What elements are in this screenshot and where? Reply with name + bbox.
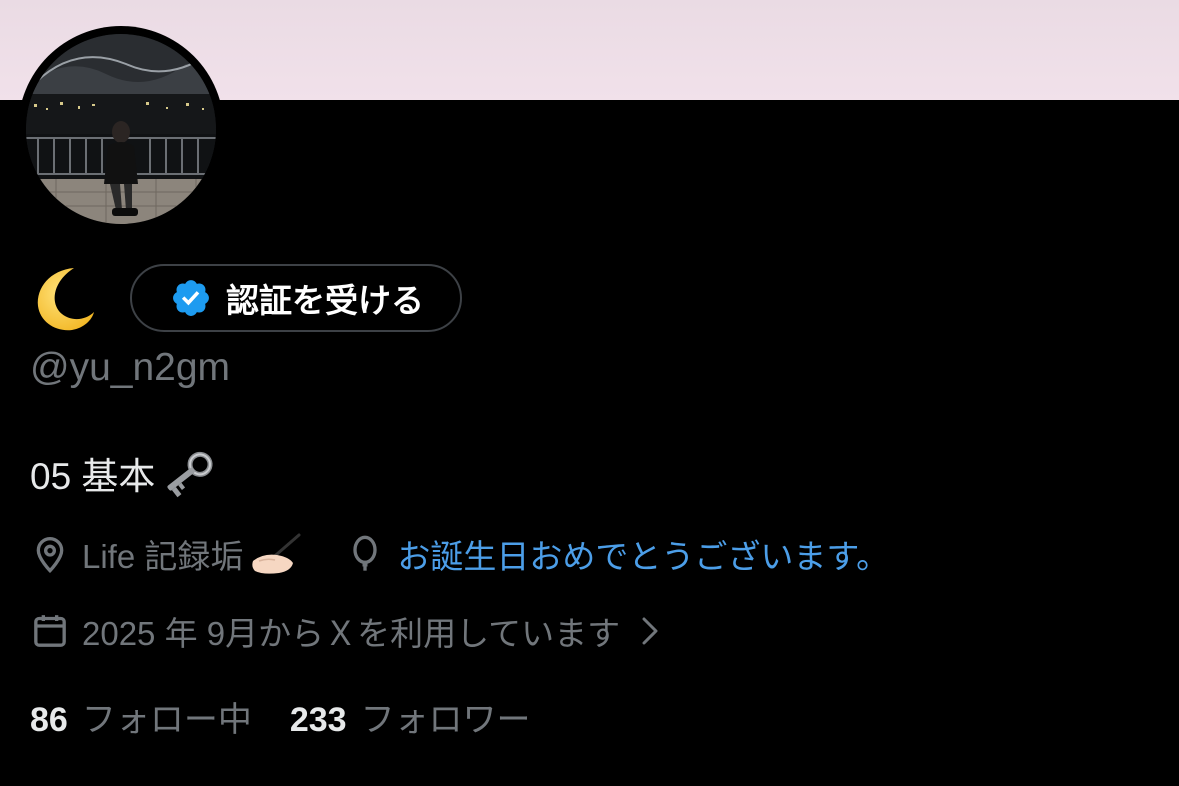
get-verified-button[interactable]: 認証を受ける — [130, 264, 462, 332]
avatar-photo — [26, 34, 216, 224]
following-link[interactable]: 86 フォロー中 — [30, 692, 252, 741]
profile-meta-row: Life 記録垢 お誕生日おめでとうございます。 — [30, 526, 889, 582]
balloon-icon — [353, 535, 378, 571]
chevron-right-icon — [642, 617, 658, 645]
profile-handle: @yu_n2gm — [30, 346, 231, 389]
location-pin-icon — [36, 537, 64, 574]
birthday[interactable]: お誕生日おめでとうございます。 — [345, 530, 889, 578]
location-text: Life 記録垢 — [82, 538, 244, 575]
verified-badge-icon — [173, 280, 209, 316]
birthday-text[interactable]: お誕生日おめでとうございます。 — [397, 530, 889, 578]
followers-link[interactable]: 233 フォロワー — [290, 692, 531, 741]
join-date-text: 2025 年 9月からＸを利用しています — [82, 615, 621, 652]
following-label: フォロー中 — [81, 700, 252, 739]
followers-label: フォロワー — [360, 700, 531, 739]
location: Life 記録垢 — [30, 530, 305, 578]
profile-avatar[interactable] — [18, 26, 224, 232]
bio-text: 05 基本 — [30, 456, 156, 497]
old-key-icon — [167, 451, 213, 498]
follow-stats: 86 フォロー中 233 フォロワー — [30, 690, 531, 742]
following-count: 86 — [30, 700, 68, 739]
profile-page: 認証を受ける @yu_n2gm 05 基本 Life 記録垢 お誕生日おめでとう… — [0, 0, 1179, 786]
display-name-row: 認証を受ける — [28, 262, 462, 334]
calendar-icon — [34, 615, 66, 647]
writing-hand-icon — [252, 533, 301, 574]
profile-bio: 05 基本 — [30, 443, 221, 503]
crescent-moon-icon — [37, 268, 94, 331]
followers-count: 233 — [289, 700, 347, 739]
get-verified-label: 認証を受ける — [226, 281, 424, 320]
join-date-row[interactable]: 2025 年 9月からＸを利用しています — [30, 604, 664, 658]
